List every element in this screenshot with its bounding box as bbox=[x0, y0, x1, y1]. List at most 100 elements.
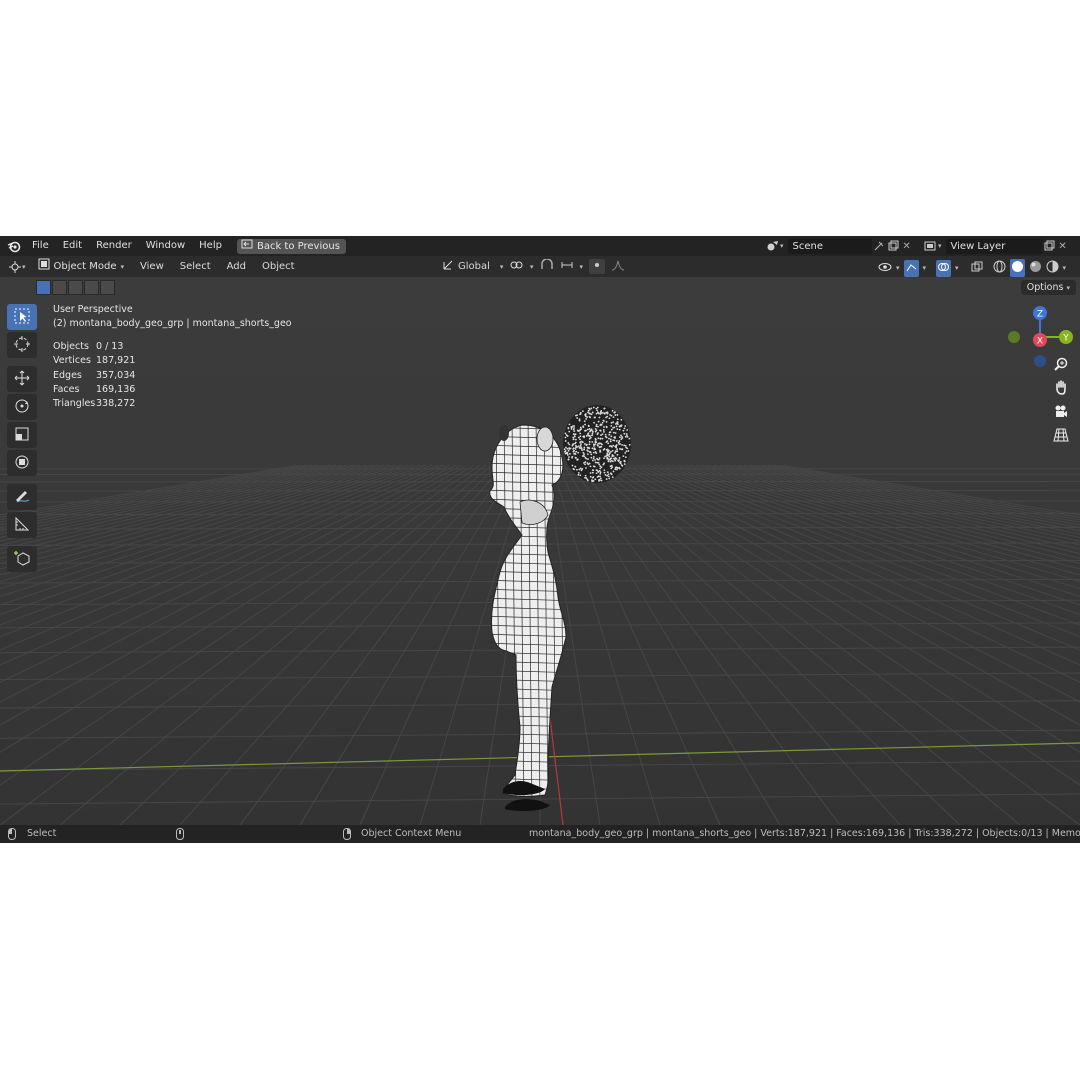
new-view-layer-icon[interactable] bbox=[1042, 239, 1056, 253]
material-shading-icon[interactable] bbox=[1029, 260, 1042, 276]
tool-annotate[interactable] bbox=[7, 484, 37, 510]
selection-mode-buttons bbox=[36, 280, 115, 295]
stat-label: Triangles bbox=[53, 398, 96, 410]
stat-value: 169,136 bbox=[96, 383, 136, 395]
view-layer-icon[interactable] bbox=[924, 239, 938, 253]
tool-measure[interactable] bbox=[7, 512, 37, 538]
mouse-right-icon bbox=[343, 825, 351, 843]
menu-select[interactable]: Select bbox=[172, 256, 219, 277]
menu-view[interactable]: View bbox=[132, 256, 172, 277]
chevron-down-icon[interactable]: ▾ bbox=[896, 264, 900, 272]
select-extend-icon[interactable] bbox=[52, 280, 67, 295]
chevron-down-icon: ▾ bbox=[499, 262, 504, 271]
scale-icon bbox=[13, 425, 31, 446]
select-subtract-icon[interactable] bbox=[68, 280, 83, 295]
gizmo-x-label: X bbox=[1037, 337, 1043, 347]
tool-transform[interactable] bbox=[7, 450, 37, 476]
xray-icon[interactable] bbox=[971, 261, 983, 276]
zoom-view-button[interactable] bbox=[1050, 354, 1072, 376]
scene-selector: ▾ Scene ✕ bbox=[766, 238, 914, 254]
rendered-shading-icon[interactable] bbox=[1046, 260, 1059, 276]
select-intersect-icon[interactable] bbox=[100, 280, 115, 295]
viewport-floor-grid bbox=[0, 277, 1080, 825]
viewport-shading-group: ▾ ▾ ▾ ▾ bbox=[878, 259, 1066, 277]
overlays-icon[interactable] bbox=[936, 259, 952, 277]
chevron-down-icon[interactable]: ▾ bbox=[22, 263, 26, 271]
mouse-middle-icon bbox=[176, 825, 184, 843]
stat-label: Vertices bbox=[53, 355, 91, 367]
pin-icon[interactable] bbox=[872, 239, 886, 253]
add-cube-icon bbox=[13, 549, 31, 570]
scene-icon[interactable] bbox=[766, 239, 780, 253]
select-new-icon[interactable] bbox=[36, 280, 51, 295]
gizmo-z-label: Z bbox=[1037, 310, 1043, 320]
select-invert-icon[interactable] bbox=[84, 280, 99, 295]
viewport-header: ▾ Object Mode ▾ View Select Add Object G… bbox=[0, 256, 1080, 277]
stat-label: Edges bbox=[53, 369, 82, 381]
menu-add[interactable]: Add bbox=[219, 256, 254, 277]
gizmo-toggle-icon[interactable] bbox=[903, 259, 919, 277]
tool-cursor[interactable] bbox=[7, 332, 37, 358]
status-context-menu-label: Object Context Menu bbox=[361, 828, 462, 839]
menu-help[interactable]: Help bbox=[192, 236, 229, 256]
camera-view-button[interactable] bbox=[1050, 401, 1072, 423]
chevron-down-icon: ▾ bbox=[120, 262, 125, 271]
tool-rotate[interactable] bbox=[7, 394, 37, 420]
scene-statistics: Objects 0 / 13 Vertices 187,921 Edges 357,0… bbox=[53, 340, 135, 411]
stat-value: 0 / 13 bbox=[96, 341, 124, 352]
visibility-eye-icon[interactable] bbox=[878, 261, 892, 276]
chevron-down-icon[interactable]: ▾ bbox=[580, 263, 584, 271]
chevron-down-icon[interactable]: ▾ bbox=[1063, 264, 1067, 272]
chevron-down-icon[interactable]: ▾ bbox=[938, 242, 942, 250]
options-dropdown[interactable]: Options ▾ bbox=[1020, 280, 1076, 295]
menu-edit[interactable]: Edit bbox=[56, 236, 89, 256]
tool-scale[interactable] bbox=[7, 422, 37, 448]
editor-type-icon[interactable] bbox=[8, 260, 22, 274]
stat-row: Objects 0 / 13 bbox=[53, 340, 135, 354]
scene-name-field[interactable]: Scene bbox=[787, 238, 872, 254]
solid-shading-icon[interactable] bbox=[1009, 259, 1025, 277]
wireframe-shading-icon[interactable] bbox=[993, 260, 1006, 276]
back-to-previous-button[interactable]: Back to Previous bbox=[236, 238, 346, 254]
status-scene-info: montana_body_geo_grp | montana_shorts_ge… bbox=[529, 828, 1080, 839]
status-bar: Select Object Context Menu montana_body_… bbox=[0, 825, 1080, 843]
object-mode-dropdown[interactable]: Object Mode ▾ bbox=[33, 258, 129, 275]
tool-move[interactable] bbox=[7, 366, 37, 392]
falloff-icon[interactable] bbox=[611, 259, 625, 274]
chevron-down-icon[interactable]: ▾ bbox=[955, 264, 959, 272]
menu-object[interactable]: Object bbox=[254, 256, 303, 277]
pan-view-button[interactable] bbox=[1050, 377, 1072, 399]
status-select-label: Select bbox=[27, 828, 57, 839]
chevron-down-icon[interactable]: ▾ bbox=[923, 264, 927, 272]
close-icon[interactable]: ✕ bbox=[900, 239, 914, 253]
blender-logo-icon[interactable] bbox=[7, 239, 21, 253]
proportional-edit-icon[interactable] bbox=[589, 259, 606, 274]
active-object-label: (2) montana_body_geo_grp | montana_short… bbox=[53, 318, 292, 329]
3d-viewport[interactable]: User Perspective (2) montana_body_geo_gr… bbox=[0, 277, 1080, 825]
snap-icon[interactable] bbox=[540, 258, 554, 274]
perspective-toggle-button[interactable] bbox=[1050, 425, 1072, 447]
blender-window: File Edit Render Window Help Back to Pre… bbox=[0, 236, 1080, 843]
transform-icon bbox=[13, 453, 31, 474]
pivot-point-icon[interactable] bbox=[510, 259, 524, 274]
chevron-down-icon: ▾ bbox=[1066, 284, 1070, 292]
menu-window[interactable]: Window bbox=[139, 236, 192, 256]
tool-add-cube[interactable] bbox=[7, 546, 37, 572]
hand-icon bbox=[1053, 379, 1069, 398]
transform-orientation[interactable]: Global ▾ bbox=[442, 259, 503, 274]
chevron-down-icon[interactable]: ▾ bbox=[530, 263, 534, 271]
view-layer-field[interactable]: View Layer bbox=[945, 238, 1042, 254]
rotate-icon bbox=[13, 397, 31, 418]
mouse-left-icon bbox=[8, 825, 16, 843]
new-scene-icon[interactable] bbox=[886, 239, 900, 253]
perspective-label: User Perspective bbox=[53, 304, 133, 315]
stat-label: Objects bbox=[53, 341, 89, 352]
pivot-snap-group: ▾ ▾ bbox=[510, 258, 625, 274]
stat-row: Edges 357,034 bbox=[53, 369, 135, 383]
menu-render[interactable]: Render bbox=[89, 236, 139, 256]
close-icon[interactable]: ✕ bbox=[1056, 239, 1070, 253]
chevron-down-icon[interactable]: ▾ bbox=[780, 242, 784, 250]
tool-select-box[interactable] bbox=[7, 304, 37, 330]
snap-increment-icon[interactable] bbox=[560, 259, 574, 274]
menu-file[interactable]: File bbox=[25, 236, 56, 256]
